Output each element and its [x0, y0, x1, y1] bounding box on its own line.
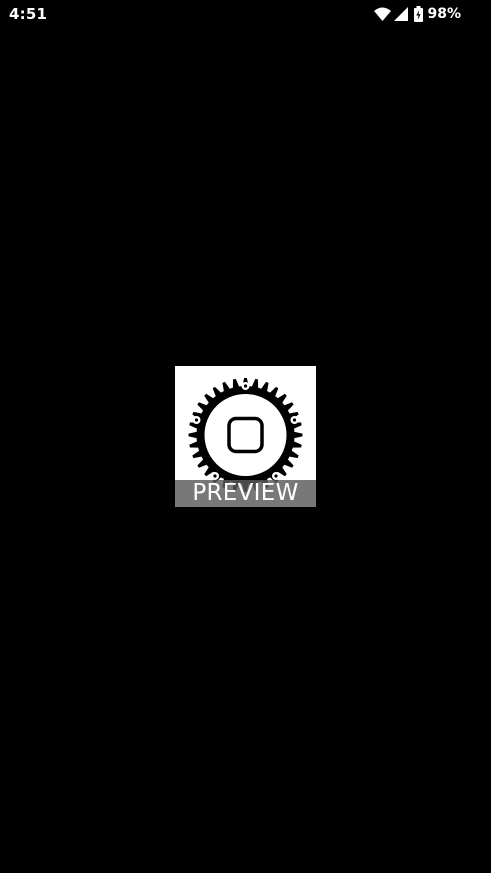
preview-label: PREVIEW	[175, 480, 316, 507]
status-bar: 4:51 98%	[0, 0, 491, 28]
status-icons: 98%	[374, 5, 461, 23]
preview-thumbnail[interactable]: PREVIEW	[175, 366, 316, 507]
gear-tooth	[188, 431, 198, 439]
wifi-icon	[374, 7, 392, 21]
status-time: 4:51	[9, 5, 48, 23]
gear-tooth	[293, 431, 303, 439]
battery-percent: 98%	[427, 6, 461, 22]
cell-signal-icon	[394, 7, 409, 21]
battery-charging-icon	[414, 6, 424, 22]
